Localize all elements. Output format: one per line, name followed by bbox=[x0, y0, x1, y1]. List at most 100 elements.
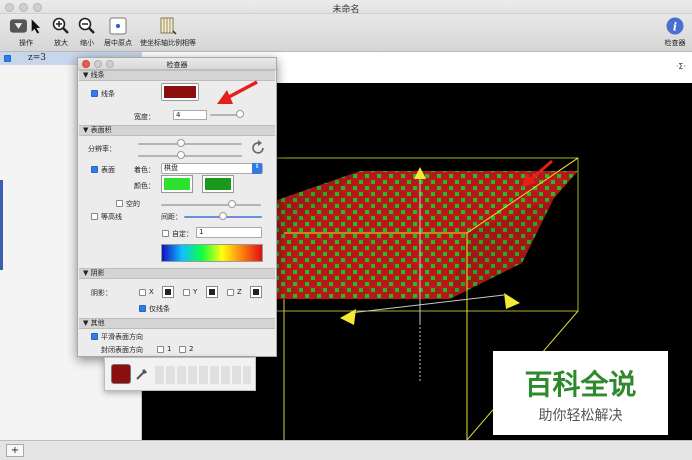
lines-only-checkbox[interactable] bbox=[139, 305, 146, 312]
add-equation-button[interactable]: + bbox=[6, 444, 24, 457]
closed-1-checkbox[interactable] bbox=[157, 346, 164, 353]
other-header-text: 其他 bbox=[90, 319, 105, 327]
surface-color-label: 颜色： bbox=[134, 182, 155, 190]
contour-label: 等高线 bbox=[101, 213, 122, 221]
shadow-label: 阴影： bbox=[91, 289, 112, 297]
closed-label: 封闭表面方向 bbox=[101, 346, 143, 354]
equal-axes-icon bbox=[160, 17, 177, 35]
svg-text:i: i bbox=[673, 21, 677, 34]
inspector-titlebar: 检查器 bbox=[78, 58, 276, 70]
custom-label: 自定： bbox=[172, 230, 193, 238]
inspector-title: 检查器 bbox=[166, 61, 188, 69]
color-gradient-bar[interactable] bbox=[161, 244, 263, 262]
inspector-button[interactable]: i 检查器 bbox=[660, 14, 690, 52]
zoom-out-label: 缩小 bbox=[80, 39, 94, 47]
spacing-label: 间距： bbox=[161, 213, 182, 221]
equal-axes-label: 使坐标轴比例相等 bbox=[140, 39, 196, 47]
annotation-arrow-inspector bbox=[217, 80, 258, 104]
shadow-y-color[interactable] bbox=[206, 286, 218, 298]
operation-button[interactable]: 操作 bbox=[6, 14, 46, 52]
surface-color1-swatch bbox=[164, 178, 190, 190]
shadow-y-label: Y bbox=[193, 288, 198, 296]
shadow-x-label: X bbox=[149, 288, 154, 296]
operation-label: 操作 bbox=[19, 39, 33, 47]
zoom-in-icon bbox=[52, 17, 69, 34]
popover-color-swatch[interactable] bbox=[111, 364, 131, 384]
closed-2-checkbox[interactable] bbox=[179, 346, 186, 353]
toolbar: 操作 放大 缩小 居中原点 使坐标轴比例相等 i 检查器 bbox=[0, 14, 692, 52]
inspector-label: 检查器 bbox=[664, 39, 686, 47]
resolution-knob-v[interactable] bbox=[177, 151, 185, 159]
smooth-label: 平滑表面方向 bbox=[101, 333, 143, 341]
other-section-header[interactable]: ▼ 其他 bbox=[79, 318, 275, 329]
watermark-subtitle: 助你轻松解决 bbox=[538, 408, 623, 424]
hollow-slider-knob[interactable] bbox=[228, 200, 236, 208]
shadow-z-color[interactable] bbox=[250, 286, 262, 298]
coloring-select[interactable]: 棋盘 ⇕ bbox=[161, 163, 263, 174]
smooth-checkbox[interactable] bbox=[91, 333, 98, 340]
equation-checkbox[interactable] bbox=[4, 55, 11, 62]
zoom-in-label: 放大 bbox=[54, 39, 68, 47]
eyedropper-icon[interactable] bbox=[135, 367, 149, 381]
surface-header-text: 表面积 bbox=[90, 126, 112, 134]
resolution-knob-u[interactable] bbox=[177, 139, 185, 147]
closed-1-label: 1 bbox=[167, 345, 172, 353]
resolution-slider-v[interactable] bbox=[138, 155, 242, 157]
watermark: 百科全说 助你轻松解决 bbox=[493, 351, 668, 435]
spacing-slider-knob[interactable] bbox=[219, 212, 227, 220]
lines-checkbox-label: 线条 bbox=[101, 90, 115, 98]
surface-section-header[interactable]: ▼ 表面积 bbox=[79, 125, 275, 136]
lines-color-well[interactable] bbox=[161, 83, 199, 101]
hollow-checkbox[interactable] bbox=[116, 200, 123, 207]
closed-2-label: 2 bbox=[189, 345, 194, 353]
bottom-bar: + bbox=[0, 440, 692, 460]
zoom-out-button[interactable]: 缩小 bbox=[76, 14, 98, 52]
resolution-label: 分辨率： bbox=[88, 145, 116, 153]
reset-icon[interactable] bbox=[250, 140, 266, 156]
title-bar: 未命名 bbox=[0, 0, 692, 15]
coloring-label: 着色： bbox=[134, 166, 155, 174]
shadow-z-checkbox[interactable] bbox=[227, 289, 234, 296]
contour-checkbox[interactable] bbox=[91, 213, 98, 220]
surface-checkbox[interactable] bbox=[91, 166, 98, 173]
surface-color1-well[interactable] bbox=[161, 175, 193, 193]
lines-color-swatch bbox=[164, 86, 196, 98]
resolution-slider-u[interactable] bbox=[138, 143, 242, 145]
lines-header-text: 线条 bbox=[90, 71, 105, 79]
x-axis-arrow bbox=[504, 293, 520, 309]
custom-checkbox[interactable] bbox=[162, 230, 169, 237]
custom-field[interactable]: 1 bbox=[196, 227, 262, 238]
center-origin-label: 居中原点 bbox=[104, 39, 132, 47]
watermark-title: 百科全说 bbox=[524, 368, 637, 401]
center-origin-icon bbox=[109, 17, 127, 35]
line-width-slider[interactable] bbox=[210, 114, 238, 116]
coloring-value: 棋盘 bbox=[164, 164, 178, 172]
lines-checkbox[interactable] bbox=[91, 90, 98, 97]
chevron-updown-icon: ⇕ bbox=[252, 163, 262, 174]
info-icon: i bbox=[666, 17, 684, 35]
center-origin-button[interactable]: 居中原点 bbox=[100, 14, 136, 52]
sigma-button[interactable]: ·Σ· bbox=[676, 62, 686, 71]
shadow-z-label: Z bbox=[237, 288, 242, 296]
surface-color2-swatch bbox=[205, 178, 231, 190]
line-width-label: 宽度： bbox=[134, 113, 155, 121]
hollow-label: 空的 bbox=[126, 200, 140, 208]
shadow-section-header[interactable]: ▼ 阴影 bbox=[79, 268, 275, 279]
surface-color2-well[interactable] bbox=[202, 175, 234, 193]
hollow-slider[interactable] bbox=[161, 204, 261, 206]
zoom-in-button[interactable]: 放大 bbox=[50, 14, 72, 52]
surface-checkbox-label: 表面 bbox=[101, 166, 115, 174]
equation-text[interactable]: z=3 bbox=[28, 53, 46, 63]
equal-axes-button[interactable]: 使坐标轴比例相等 bbox=[136, 14, 200, 52]
sidebar-edge-marker bbox=[0, 180, 3, 270]
line-width-field[interactable]: 4 bbox=[173, 110, 207, 120]
color-palette[interactable] bbox=[155, 366, 251, 384]
shadow-x-checkbox[interactable] bbox=[139, 289, 146, 296]
shadow-header-text: 阴影 bbox=[90, 269, 105, 277]
shadow-y-checkbox[interactable] bbox=[183, 289, 190, 296]
color-popover bbox=[104, 357, 256, 391]
shadow-x-color[interactable] bbox=[162, 286, 174, 298]
lines-only-label: 仅线条 bbox=[149, 305, 170, 313]
zoom-out-icon bbox=[78, 17, 95, 34]
cursor-icon bbox=[9, 19, 41, 34]
